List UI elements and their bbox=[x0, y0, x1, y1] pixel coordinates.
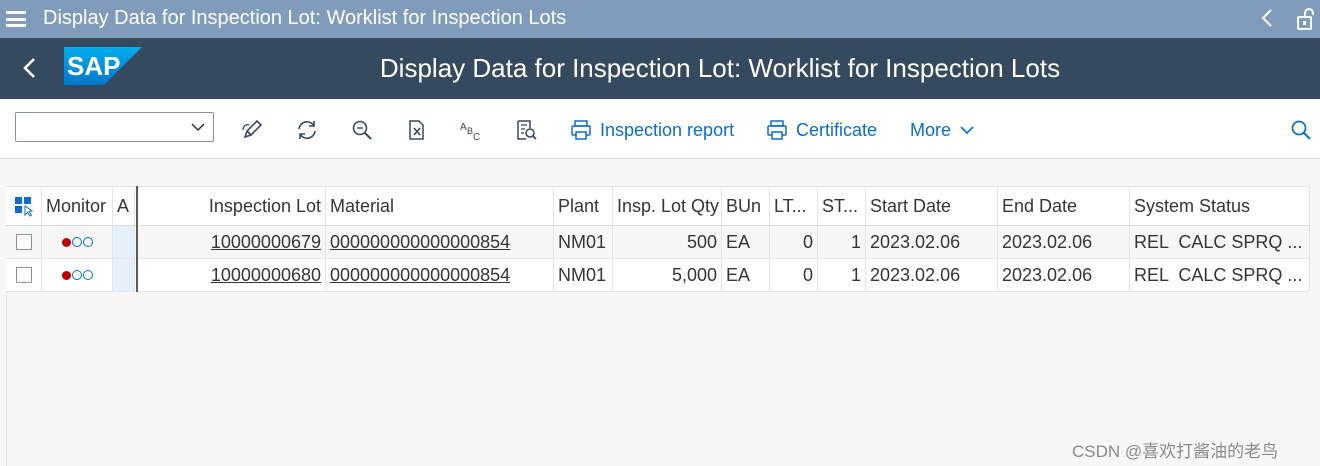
qty-cell: 5,000 bbox=[613, 259, 722, 291]
menu-icon[interactable] bbox=[6, 9, 26, 29]
system-status-cell: REL CALC SPRQ ... bbox=[1130, 226, 1310, 258]
st-cell: 1 bbox=[818, 226, 866, 258]
app-title: Display Data for Inspection Lot: Worklis… bbox=[379, 53, 1061, 83]
select-all-button[interactable] bbox=[6, 187, 42, 225]
edit-icon[interactable] bbox=[240, 118, 264, 142]
fixed-column-separator bbox=[136, 186, 138, 292]
refresh-icon[interactable] bbox=[295, 118, 319, 142]
material-link[interactable]: 000000000000000854 bbox=[330, 232, 510, 253]
plant-cell: NM01 bbox=[554, 259, 613, 291]
header-monitor[interactable]: Monitor bbox=[42, 187, 113, 225]
material-link[interactable]: 000000000000000854 bbox=[330, 265, 510, 286]
table-row[interactable]: 10000000680 000000000000000854 NM01 5,00… bbox=[6, 259, 1310, 292]
header-start-date[interactable]: Start Date bbox=[866, 187, 998, 225]
shell-bar: SAP Display Data for Inspection Lot: Wor… bbox=[0, 38, 1320, 99]
inspection-lot-link[interactable]: 10000000679 bbox=[211, 232, 321, 253]
row-select-cell bbox=[6, 259, 42, 291]
end-date-cell: 2023.02.06 bbox=[998, 259, 1130, 291]
material-cell: 000000000000000854 bbox=[326, 259, 554, 291]
monitor-cell bbox=[42, 259, 113, 291]
window-title: Display Data for Inspection Lot: Worklis… bbox=[43, 7, 567, 29]
header-bun[interactable]: BUn bbox=[722, 187, 770, 225]
svg-text:SAP: SAP bbox=[67, 51, 120, 81]
plant-cell: NM01 bbox=[554, 226, 613, 258]
inspection-lot-link[interactable]: 10000000680 bbox=[211, 265, 321, 286]
printer-icon bbox=[767, 120, 787, 140]
header-lt[interactable]: LT... bbox=[770, 187, 818, 225]
lt-cell: 0 bbox=[770, 226, 818, 258]
export-icon[interactable] bbox=[404, 118, 428, 142]
zoom-icon[interactable] bbox=[350, 118, 374, 142]
attention-cell bbox=[113, 259, 135, 291]
header-system-status[interactable]: System Status bbox=[1130, 187, 1310, 225]
header-st[interactable]: ST... bbox=[818, 187, 866, 225]
spell-abc-icon[interactable]: A B C bbox=[459, 118, 483, 142]
bun-cell: EA bbox=[722, 259, 770, 291]
certificate-button[interactable]: Certificate bbox=[766, 118, 877, 142]
back-button[interactable] bbox=[18, 52, 42, 84]
row-checkbox[interactable] bbox=[15, 234, 32, 250]
inspection-report-label: Inspection report bbox=[600, 119, 735, 140]
traffic-light-icon bbox=[61, 237, 93, 247]
start-date-cell: 2023.02.06 bbox=[866, 259, 998, 291]
table-row[interactable]: 10000000679 000000000000000854 NM01 500 … bbox=[6, 226, 1310, 259]
worklist-table: Monitor A Inspection Lot Material Plant … bbox=[6, 186, 1310, 292]
chevron-down-icon bbox=[191, 123, 205, 132]
qty-cell: 500 bbox=[613, 226, 722, 258]
unlock-icon[interactable] bbox=[1296, 7, 1316, 31]
bun-cell: EA bbox=[722, 226, 770, 258]
svg-text:A: A bbox=[460, 122, 467, 133]
header-attention[interactable]: A bbox=[113, 187, 135, 225]
more-label: More bbox=[910, 119, 952, 140]
inspection-report-button[interactable]: Inspection report bbox=[570, 118, 734, 142]
find-document-icon[interactable] bbox=[514, 118, 538, 142]
header-insp-lot-qty[interactable]: Insp. Lot Qty bbox=[613, 187, 722, 225]
table-header-row: Monitor A Inspection Lot Material Plant … bbox=[6, 186, 1310, 226]
monitor-cell bbox=[42, 226, 113, 258]
header-plant[interactable]: Plant bbox=[554, 187, 613, 225]
watermark: CSDN @喜欢打酱油的老鸟 bbox=[1072, 442, 1279, 461]
start-date-cell: 2023.02.06 bbox=[866, 226, 998, 258]
inspection-lot-cell: 10000000679 bbox=[137, 226, 326, 258]
window-title-bar: Display Data for Inspection Lot: Worklis… bbox=[0, 0, 1320, 38]
more-button[interactable]: More bbox=[910, 118, 975, 142]
certificate-label: Certificate bbox=[796, 119, 878, 140]
inspection-lot-cell: 10000000680 bbox=[137, 259, 326, 291]
search-icon[interactable] bbox=[1290, 119, 1312, 141]
header-end-date[interactable]: End Date bbox=[998, 187, 1130, 225]
toolbar: A B C Inspection report Certificate More bbox=[0, 99, 1320, 159]
lt-cell: 0 bbox=[770, 259, 818, 291]
end-date-cell: 2023.02.06 bbox=[998, 226, 1130, 258]
svg-text:C: C bbox=[473, 132, 480, 142]
variant-select[interactable] bbox=[15, 112, 214, 142]
st-cell: 1 bbox=[818, 259, 866, 291]
row-checkbox[interactable] bbox=[15, 267, 32, 283]
attention-cell bbox=[113, 226, 135, 258]
printer-icon bbox=[571, 120, 591, 140]
header-material[interactable]: Material bbox=[326, 187, 554, 225]
system-status-cell: REL CALC SPRQ ... bbox=[1130, 259, 1310, 291]
select-all-icon bbox=[14, 197, 33, 217]
chevron-left-icon[interactable] bbox=[1260, 8, 1274, 31]
sap-logo: SAP bbox=[64, 47, 144, 85]
header-inspection-lot[interactable]: Inspection Lot bbox=[137, 187, 326, 225]
material-cell: 000000000000000854 bbox=[326, 226, 554, 258]
traffic-light-icon bbox=[61, 270, 93, 280]
row-select-cell bbox=[6, 226, 42, 258]
chevron-down-icon bbox=[960, 126, 974, 135]
